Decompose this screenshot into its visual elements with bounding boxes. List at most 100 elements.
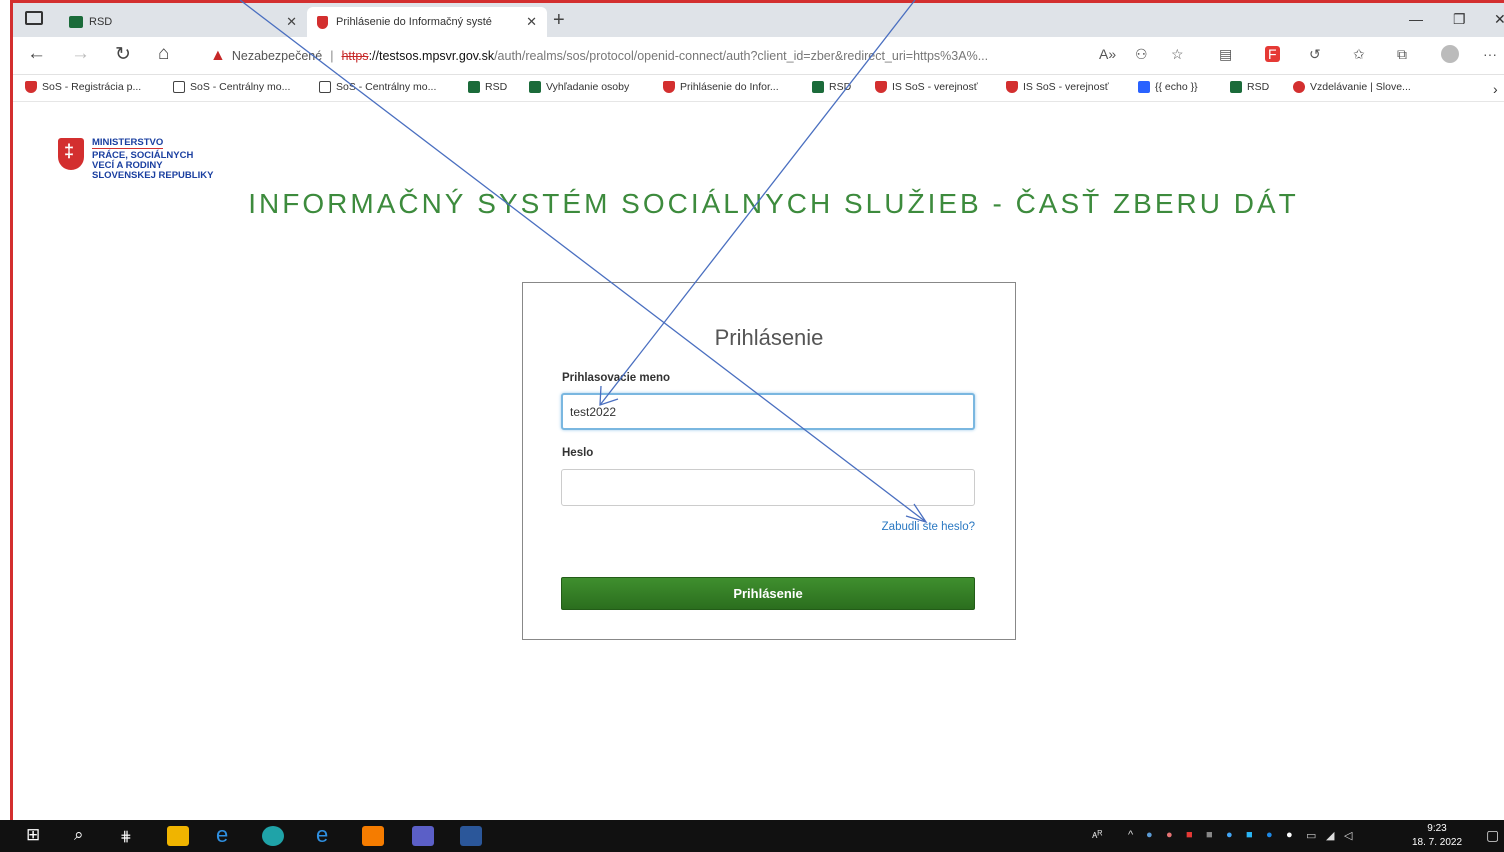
tab-rsd[interactable]: RSD ✕	[67, 7, 307, 37]
password-field[interactable]	[561, 469, 975, 506]
close-tab-icon[interactable]: ✕	[526, 14, 537, 30]
tray-chevron-icon[interactable]: ^	[1128, 829, 1133, 841]
outlook-icon[interactable]	[362, 826, 384, 846]
screen: RSD ✕ Prihlásenie do Informačný systé ✕ …	[0, 0, 1504, 852]
shield-icon	[1006, 81, 1018, 93]
search-icon[interactable]: ⌕	[74, 825, 84, 845]
network-icon[interactable]: ◢	[1326, 829, 1334, 842]
url-path: /auth/realms/sos/protocol/openid-connect…	[494, 49, 989, 63]
bookmark-label: IS SoS - verejnosť	[1023, 81, 1109, 93]
address-bar[interactable]: ▲ Nezabezpečené | https ://testsos.mpsvr…	[210, 42, 1150, 70]
tab-actions-icon[interactable]	[25, 11, 43, 25]
bookmark-label: RSD	[829, 81, 852, 93]
tray-icon[interactable]: ■	[1206, 829, 1213, 841]
bookmark-item[interactable]: Prihlásenie do Infor...	[663, 81, 779, 93]
tray-icon[interactable]: ●	[1166, 829, 1173, 841]
rsd-icon	[812, 81, 824, 93]
battery-icon[interactable]: ▭	[1306, 829, 1316, 842]
coat-of-arms-icon	[58, 138, 84, 170]
bluetooth-icon[interactable]: ●	[1266, 829, 1273, 841]
tray-icon[interactable]: ●	[1226, 829, 1233, 841]
bookmark-label: RSD	[485, 81, 508, 93]
internet-explorer-icon[interactable]: e	[216, 822, 228, 848]
extension-icon[interactable]: ▤	[1219, 46, 1232, 63]
system-clock[interactable]: 9:23 18. 7. 2022	[1412, 822, 1462, 850]
shield-icon	[25, 81, 37, 93]
bookmark-item[interactable]: SoS - Centrálny mo...	[319, 81, 436, 93]
refresh-icon[interactable]: ↻	[115, 43, 131, 66]
bookmarks-overflow-icon[interactable]: ›	[1493, 81, 1498, 97]
clock-date: 18. 7. 2022	[1412, 837, 1463, 848]
notifications-icon[interactable]: ▢	[1486, 827, 1499, 844]
username-label: Prihlasovacie meno	[562, 372, 671, 384]
edge-icon[interactable]	[262, 826, 284, 846]
logo-line: SLOVENSKEJ REPUBLIKY	[92, 170, 214, 181]
favorite-add-icon[interactable]: ☆	[1171, 46, 1184, 63]
volume-icon[interactable]: ◁	[1344, 829, 1352, 842]
page-icon	[173, 81, 185, 93]
bookmark-item[interactable]: RSD	[468, 81, 507, 93]
profile-switch-icon[interactable]: ⚇	[1135, 46, 1148, 63]
forgot-password-link[interactable]: Zabudli ste heslo?	[882, 521, 975, 533]
edge-legacy-icon[interactable]: e	[316, 822, 328, 848]
rsd-icon	[69, 16, 83, 28]
extension-c-icon[interactable]: ↺	[1309, 46, 1321, 63]
bookmark-label: Prihlásenie do Infor...	[680, 81, 779, 93]
shield-icon	[663, 81, 675, 93]
collections-icon[interactable]: ⧉	[1397, 46, 1407, 63]
circle-icon	[1293, 81, 1305, 93]
back-icon[interactable]: ←	[27, 43, 46, 65]
login-button[interactable]: Prihlásenie	[561, 577, 975, 610]
bookmark-label: IS SoS - verejnosť	[892, 81, 978, 93]
language-indicator[interactable]: ᴀᴿ	[1092, 829, 1102, 841]
password-label: Heslo	[562, 447, 594, 459]
bookmark-item[interactable]: Vyhľadanie osoby	[529, 81, 629, 93]
bookmark-item[interactable]: SoS - Centrálny mo...	[173, 81, 290, 93]
bookmark-item[interactable]: RSD	[812, 81, 851, 93]
divider: |	[330, 49, 334, 63]
more-icon[interactable]: ···	[1483, 46, 1497, 62]
warning-icon: ▲	[210, 47, 226, 64]
restore-icon[interactable]: ❐	[1453, 11, 1466, 28]
new-tab-button[interactable]: +	[553, 9, 565, 32]
minimize-icon[interactable]: —	[1409, 11, 1423, 27]
read-aloud-icon[interactable]: A»	[1099, 46, 1116, 62]
tab-login[interactable]: Prihlásenie do Informačný systé ✕	[307, 7, 547, 37]
word-icon[interactable]	[460, 826, 482, 846]
bookmark-item[interactable]: {{ echo }}	[1138, 81, 1198, 93]
tray-icon[interactable]: ■	[1186, 829, 1193, 841]
bookmark-item[interactable]: SoS - Registrácia p...	[25, 81, 141, 93]
close-window-icon[interactable]: ✕	[1494, 11, 1504, 28]
taskbar: ⊞ ⌕ ⋕ e e ᴀᴿ ^ ● ● ■ ■ ● ■ ● ● ▭ ◢ ◁ 9:2…	[0, 820, 1504, 852]
tab-label: Prihlásenie do Informačný systé	[336, 16, 492, 28]
tab-strip: RSD ✕ Prihlásenie do Informačný systé ✕ …	[13, 3, 1504, 37]
bookmark-label: SoS - Centrálny mo...	[336, 81, 437, 93]
rsd-icon	[1230, 81, 1242, 93]
logo-line: MINISTERSTVO	[92, 137, 164, 149]
bookmark-label: {{ echo }}	[1155, 81, 1198, 93]
tray-icon[interactable]: ●	[1286, 829, 1293, 841]
username-field[interactable]	[561, 393, 975, 430]
security-label: Nezabezpečené	[231, 49, 323, 63]
file-explorer-icon[interactable]	[167, 826, 189, 846]
tray-icon[interactable]: ●	[1146, 829, 1153, 841]
favorites-icon[interactable]: ✩	[1353, 46, 1365, 63]
forward-icon[interactable]: →	[71, 43, 90, 65]
bookmark-item[interactable]: IS SoS - verejnosť	[875, 81, 978, 93]
shield-favicon-icon	[317, 15, 328, 29]
page-title: INFORMAČNÝ SYSTÉM SOCIÁLNYCH SLUŽIEB - Č…	[248, 188, 1299, 219]
teams-icon[interactable]	[412, 826, 434, 846]
rsd-icon	[468, 81, 480, 93]
bookmark-item[interactable]: Vzdelávanie | Slove...	[1293, 81, 1411, 93]
avatar[interactable]	[1441, 45, 1459, 63]
extension-f-icon[interactable]: F	[1265, 46, 1280, 62]
bookmark-label: Vyhľadanie osoby	[546, 81, 630, 93]
bookmark-item[interactable]: IS SoS - verejnosť	[1006, 81, 1109, 93]
bookmark-item[interactable]: RSD	[1230, 81, 1269, 93]
task-view-icon[interactable]: ⋕	[120, 828, 132, 845]
windows-start-icon[interactable]: ⊞	[26, 825, 40, 845]
close-tab-icon[interactable]: ✕	[286, 14, 297, 30]
shield-icon	[875, 81, 887, 93]
home-icon[interactable]: ⌂	[158, 43, 169, 65]
tray-icon[interactable]: ■	[1246, 829, 1253, 841]
